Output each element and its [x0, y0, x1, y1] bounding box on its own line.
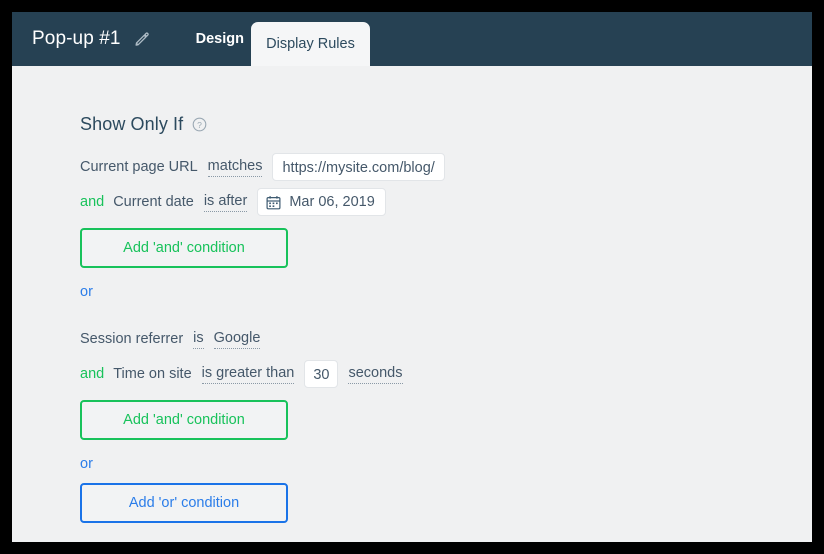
- condition-operator[interactable]: is after: [203, 193, 248, 212]
- page-title: Pop-up #1: [32, 28, 121, 49]
- condition-subject: Time on site: [113, 366, 192, 382]
- tab-display-rules[interactable]: Display Rules: [251, 22, 370, 66]
- condition-subject: Session referrer: [80, 331, 184, 347]
- calendar-icon-svg: [266, 195, 281, 209]
- condition-value-referrer[interactable]: Google: [213, 330, 261, 349]
- condition-date-value: Mar 06, 2019: [289, 194, 375, 210]
- app-window: Pop-up #1 Design Display Rules Show Only…: [12, 12, 812, 542]
- header-inner: Pop-up #1 Design: [12, 12, 812, 66]
- pencil-icon[interactable]: [132, 29, 152, 49]
- add-or-condition-button[interactable]: Add 'or' condition: [80, 483, 288, 523]
- condition-subject: Current page URL: [80, 159, 198, 175]
- condition-row: and Time on site is greater than 30 seco…: [80, 359, 780, 389]
- or-separator: or: [80, 284, 93, 300]
- rules-list: Current page URL matches https://mysite.…: [80, 152, 780, 523]
- condition-conjunction: and: [80, 194, 105, 210]
- add-and-condition-button[interactable]: Add 'and' condition: [80, 228, 288, 268]
- add-and-condition-button[interactable]: Add 'and' condition: [80, 400, 288, 440]
- pencil-icon-svg: [135, 32, 149, 46]
- condition-row: Session referrer is Google: [80, 324, 780, 354]
- condition-row: and Current date is after Mar 06, 2019: [80, 187, 780, 217]
- condition-value-date-input[interactable]: Mar 06, 2019: [257, 188, 386, 216]
- section-title: Show Only If: [80, 114, 184, 134]
- section-header: Show Only If ?: [80, 114, 207, 135]
- or-separator: or: [80, 456, 93, 472]
- calendar-icon: [266, 195, 281, 210]
- condition-conjunction: and: [80, 366, 105, 382]
- condition-subject: Current date: [113, 194, 194, 210]
- svg-text:?: ?: [197, 120, 202, 130]
- question-mark-circle-icon-svg: ?: [192, 117, 207, 132]
- tab-design[interactable]: Design: [188, 12, 252, 66]
- question-mark-circle-icon[interactable]: ?: [192, 117, 207, 132]
- condition-value-unit[interactable]: seconds: [348, 365, 403, 384]
- condition-operator[interactable]: matches: [207, 158, 263, 177]
- condition-operator[interactable]: is: [193, 330, 204, 349]
- condition-value-url-input[interactable]: https://mysite.com/blog/: [272, 153, 445, 181]
- app-header: Pop-up #1 Design Display Rules: [12, 12, 812, 66]
- screenshot-frame: Pop-up #1 Design Display Rules Show Only…: [0, 0, 824, 554]
- condition-row: Current page URL matches https://mysite.…: [80, 152, 780, 182]
- condition-group: Current page URL matches https://mysite.…: [80, 152, 780, 300]
- content-area: Show Only If ? Current page URL matches …: [12, 66, 812, 542]
- condition-value-number-input[interactable]: 30: [304, 360, 339, 388]
- condition-group: Session referrer is Google and Time on s…: [80, 324, 780, 472]
- condition-operator[interactable]: is greater than: [201, 365, 295, 384]
